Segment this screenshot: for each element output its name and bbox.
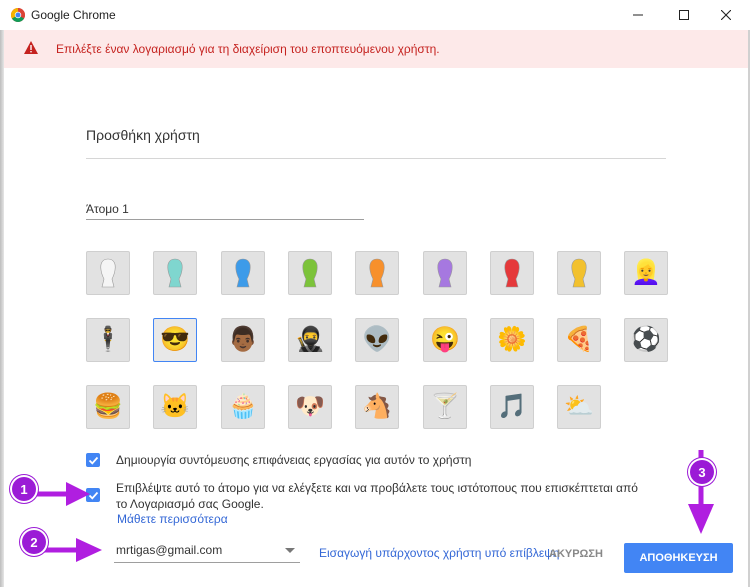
supervise-label-line2: το Λογαριασμό σας Google. xyxy=(116,497,264,511)
businessman-icon: 🕴 xyxy=(93,326,123,353)
chrome-logo-icon xyxy=(11,8,25,22)
avatar-ninja[interactable]: 🥷 xyxy=(288,318,332,362)
desktop-shortcut-checkbox[interactable] xyxy=(86,453,100,467)
title-bar: Google Chrome xyxy=(0,0,750,30)
avatar-orange-silhouette[interactable] xyxy=(355,251,399,295)
supervise-label: Επιβλέψτε αυτό το άτομο για να ελέγξετε … xyxy=(116,480,676,512)
smiley-icon: 😜 xyxy=(430,326,460,353)
avatar-flower[interactable]: 🌼 xyxy=(490,318,534,362)
avatar-soccer-ball[interactable]: ⚽ xyxy=(624,318,668,362)
avatar-green-silhouette[interactable] xyxy=(288,251,332,295)
minimize-button[interactable] xyxy=(618,0,658,30)
person-silhouette-icon xyxy=(100,258,116,288)
blonde-woman-icon: 👱‍♀️ xyxy=(631,259,661,286)
save-button[interactable]: ΑΠΟΘΗΚΕΥΣΗ xyxy=(624,543,733,573)
window-title: Google Chrome xyxy=(31,8,116,22)
avatar-man-dark-hair[interactable]: 👨🏾 xyxy=(221,318,265,362)
person-silhouette-icon xyxy=(437,258,453,288)
cancel-button[interactable]: ΑΚΥΡΩΣΗ xyxy=(549,548,603,560)
cupcake-icon: 🧁 xyxy=(228,393,258,420)
avatar-woman-sunglasses[interactable]: 😎 xyxy=(153,318,197,362)
person-silhouette-icon xyxy=(504,258,520,288)
annotation-marker-3: 3 xyxy=(690,460,714,484)
supervise-label-line1: Επιβλέψτε αυτό το άτομο για να ελέγξετε … xyxy=(116,481,638,495)
close-icon xyxy=(721,10,731,20)
avatar-cupcake[interactable]: 🧁 xyxy=(221,385,265,429)
horse-icon: 🐴 xyxy=(362,393,392,420)
cocktail-icon: 🍸 xyxy=(430,393,460,420)
avatar-blonde-woman[interactable]: 👱‍♀️ xyxy=(624,251,668,295)
flower-icon: 🌼 xyxy=(497,326,527,353)
person-silhouette-icon xyxy=(369,258,385,288)
annotation-marker-2: 2 xyxy=(22,530,46,554)
avatar-music-note[interactable]: 🎵 xyxy=(490,385,534,429)
avatar-cocktail[interactable]: 🍸 xyxy=(423,385,467,429)
avatar-pizza[interactable]: 🍕 xyxy=(557,318,601,362)
avatar-alien[interactable]: 👽 xyxy=(355,318,399,362)
avatar-burger[interactable]: 🍔 xyxy=(86,385,130,429)
maximize-icon xyxy=(679,10,689,20)
soccer-ball-icon: ⚽ xyxy=(631,326,661,353)
avatar-sun-cloud[interactable]: ⛅ xyxy=(557,385,601,429)
learn-more-link[interactable]: Μάθετε περισσότερα xyxy=(117,512,228,526)
avatar-white-silhouette[interactable] xyxy=(86,251,130,295)
avatar-blue-silhouette[interactable] xyxy=(221,251,265,295)
warning-icon xyxy=(24,41,38,54)
heading-divider xyxy=(86,158,666,159)
account-select[interactable]: mrtigas@gmail.com xyxy=(114,540,300,563)
sun-cloud-icon: ⛅ xyxy=(564,393,594,420)
avatar-teal-silhouette[interactable] xyxy=(153,251,197,295)
close-button[interactable] xyxy=(706,0,746,30)
person-silhouette-icon xyxy=(167,258,183,288)
avatar-horse[interactable]: 🐴 xyxy=(355,385,399,429)
minimize-icon xyxy=(633,14,643,16)
pizza-icon: 🍕 xyxy=(564,326,594,353)
alien-icon: 👽 xyxy=(362,326,392,353)
annotation-marker-1: 1 xyxy=(12,477,36,501)
person-silhouette-icon xyxy=(571,258,587,288)
desktop-shortcut-label: Δημιουργία συντόμευσης επιφάνειας εργασί… xyxy=(116,453,472,467)
music-note-icon: 🎵 xyxy=(497,393,527,420)
banner-message: Επιλέξτε έναν λογαριασμό για τη διαχείρι… xyxy=(56,42,440,56)
avatar-smiley[interactable]: 😜 xyxy=(423,318,467,362)
error-banner: Επιλέξτε έναν λογαριασμό για τη διαχείρι… xyxy=(4,30,748,68)
import-supervised-user-link[interactable]: Εισαγωγή υπάρχοντος χρήστη υπό επίβλεψη xyxy=(319,546,559,560)
page-title: Προσθήκη χρήστη xyxy=(86,127,200,143)
man-dark-hair-icon: 👨🏾 xyxy=(228,326,258,353)
avatar-dog[interactable]: 🐶 xyxy=(288,385,332,429)
person-silhouette-icon xyxy=(302,258,318,288)
woman-sunglasses-icon: 😎 xyxy=(160,326,190,353)
dog-icon: 🐶 xyxy=(295,393,325,420)
maximize-button[interactable] xyxy=(664,0,704,30)
avatar-businessman[interactable]: 🕴 xyxy=(86,318,130,362)
avatar-cat[interactable]: 🐱 xyxy=(153,385,197,429)
checkmark-icon xyxy=(88,456,98,465)
chevron-down-icon[interactable] xyxy=(285,548,295,553)
ninja-icon: 🥷 xyxy=(295,326,325,353)
cat-icon: 🐱 xyxy=(160,393,190,420)
person-silhouette-icon xyxy=(235,258,251,288)
user-name-input[interactable] xyxy=(86,200,364,220)
avatar-red-silhouette[interactable] xyxy=(490,251,534,295)
avatar-purple-silhouette[interactable] xyxy=(423,251,467,295)
burger-icon: 🍔 xyxy=(93,393,123,420)
avatar-yellow-silhouette[interactable] xyxy=(557,251,601,295)
